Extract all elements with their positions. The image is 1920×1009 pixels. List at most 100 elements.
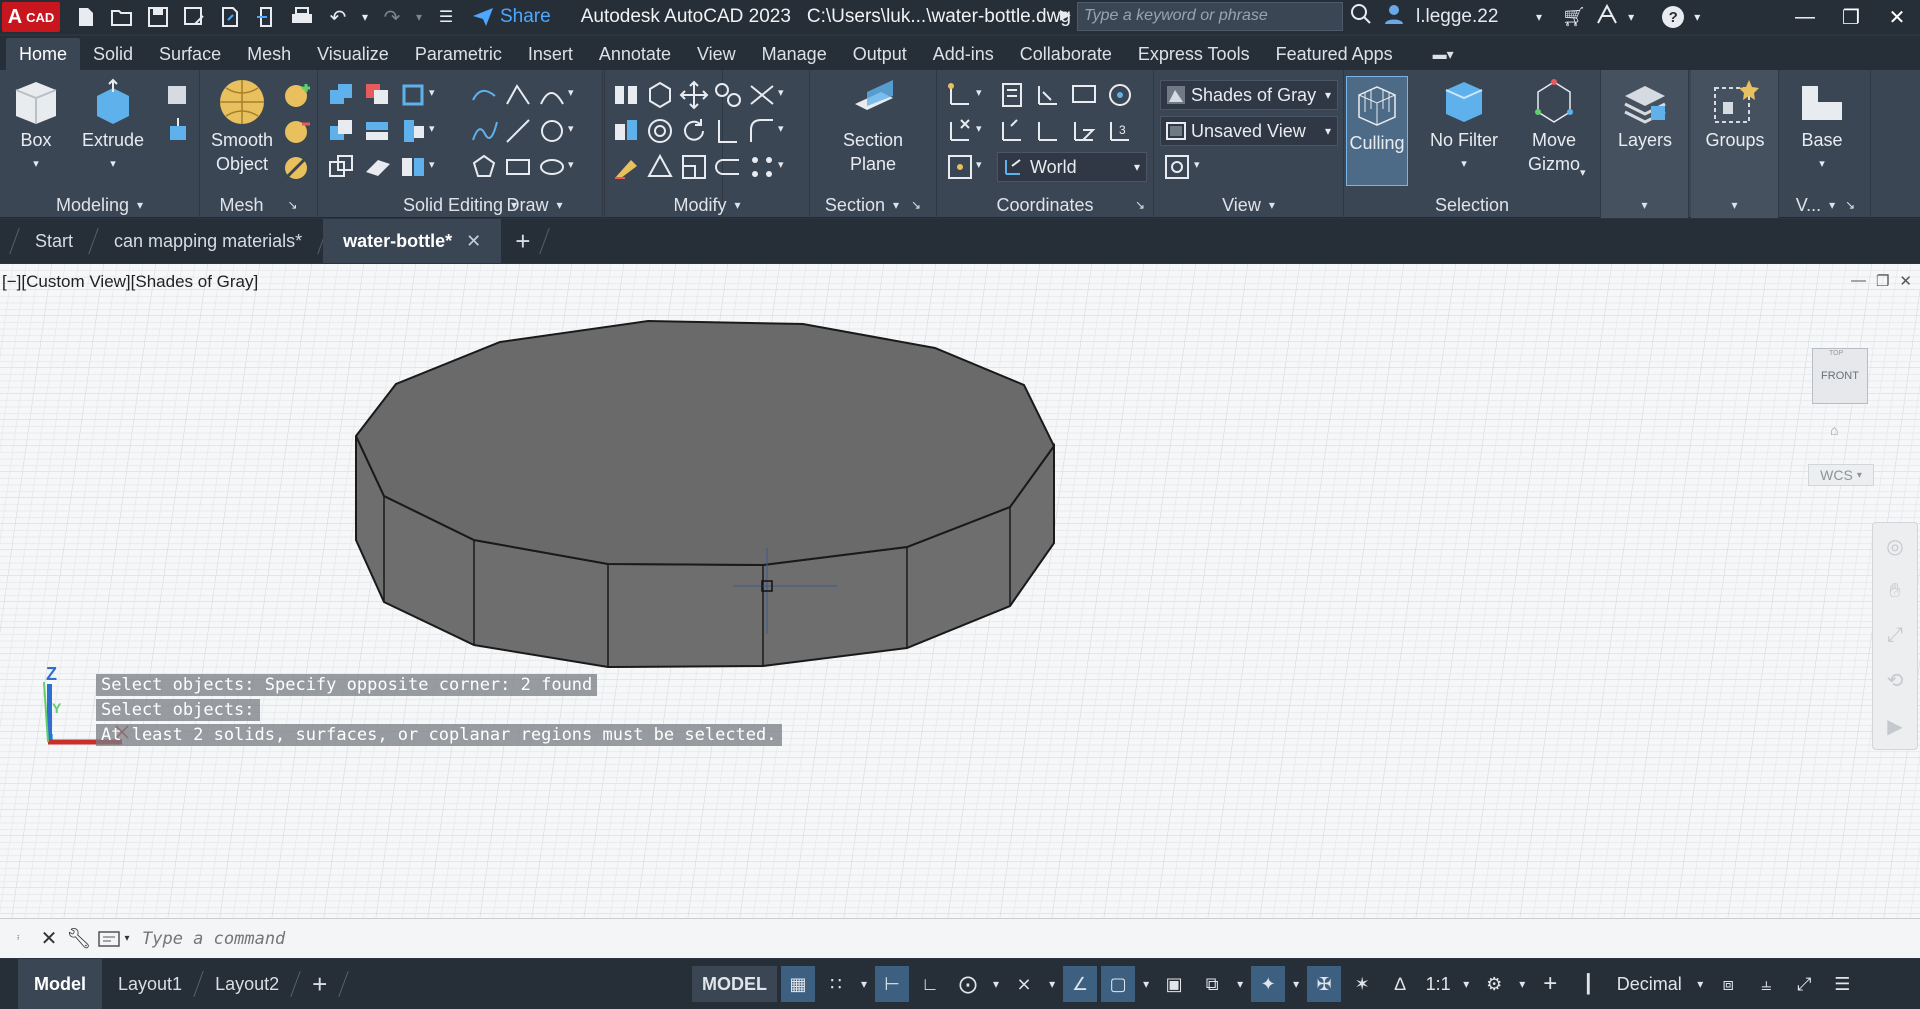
- viewcube-home-icon[interactable]: ⌂: [1830, 422, 1838, 438]
- mesh-smooth-more-icon[interactable]: [282, 80, 312, 110]
- iso-dropdown-icon[interactable]: ▾: [1045, 966, 1059, 1002]
- customize-toolbar-icon[interactable]: ☰: [430, 2, 462, 32]
- smooth-object-button[interactable]: Smooth Object: [206, 76, 278, 176]
- user-name[interactable]: l.legge.22: [1416, 6, 1526, 28]
- layout-tab-model[interactable]: Model: [18, 959, 102, 1009]
- gizmo-icon[interactable]: ✦: [1251, 966, 1286, 1002]
- ucs-object-icon[interactable]: [1069, 80, 1099, 110]
- mirror-3d-icon[interactable]: [611, 80, 641, 110]
- polyline-icon[interactable]: [503, 80, 533, 110]
- extrude-button[interactable]: Extrude ▾: [78, 76, 148, 176]
- ucs-origin-icon[interactable]: [945, 152, 975, 182]
- auto-scale-icon[interactable]: ✶: [1345, 966, 1379, 1002]
- command-input[interactable]: [142, 928, 1842, 949]
- box-button[interactable]: Box ▾: [8, 76, 64, 176]
- ribbon-tab-output[interactable]: Output: [840, 38, 920, 70]
- panel-modify-title[interactable]: Modify ▾: [605, 192, 809, 218]
- viewport-close-icon[interactable]: ✕: [1899, 272, 1912, 290]
- zoom-extents-icon[interactable]: ⤢: [1887, 624, 1903, 647]
- presspull-icon[interactable]: [162, 116, 192, 146]
- panel-mesh-title[interactable]: Mesh ↘: [200, 192, 317, 218]
- arc-icon[interactable]: [537, 80, 567, 110]
- rotate-icon[interactable]: [679, 116, 709, 146]
- clean-screen-icon[interactable]: ⤢: [1787, 966, 1821, 1002]
- object-snap-icon[interactable]: ▢: [1101, 966, 1136, 1002]
- ribbon-tab-express-tools[interactable]: Express Tools: [1125, 38, 1263, 70]
- ribbon-tab-annotate[interactable]: Annotate: [586, 38, 684, 70]
- doc-tab-water-bottle[interactable]: water-bottle* ✕: [323, 219, 502, 263]
- ortho-mode-icon[interactable]: ∟: [913, 966, 947, 1002]
- workspace-dropdown-icon[interactable]: ▾: [1515, 966, 1529, 1002]
- units-icon[interactable]: ┃: [1571, 966, 1605, 1002]
- construction-line-icon[interactable]: [503, 116, 533, 146]
- user-dropdown-icon[interactable]: ▾: [1536, 10, 1542, 24]
- open-web-icon[interactable]: [214, 2, 246, 32]
- ucs-3point-icon[interactable]: 3: [1105, 116, 1135, 146]
- polar-dropdown-icon[interactable]: ▾: [989, 966, 1003, 1002]
- array-dropdown-icon[interactable]: ▾: [778, 158, 784, 171]
- spline-icon[interactable]: [469, 116, 499, 146]
- fillet-dropdown-icon[interactable]: ▾: [778, 122, 784, 135]
- groups-button[interactable]: Groups: [1695, 76, 1775, 152]
- ribbon-tab-featured-apps[interactable]: Featured Apps: [1263, 38, 1406, 70]
- line-icon[interactable]: [469, 80, 499, 110]
- named-view-combo[interactable]: Unsaved View ▾: [1160, 116, 1338, 146]
- cylinder-solid[interactable]: [354, 319, 1056, 669]
- drawing-viewport[interactable]: Z Y [−][Custom View][Shades of Gray] — ❐…: [0, 264, 1920, 918]
- polar-tracking-icon[interactable]: ⨀: [951, 966, 985, 1002]
- move-gizmo-dropdown-icon[interactable]: ▾: [1580, 166, 1586, 179]
- move-icon[interactable]: [679, 80, 709, 110]
- panel-modeling-title[interactable]: Modeling ▾: [0, 192, 199, 218]
- panel-selection-title[interactable]: Selection: [1344, 192, 1600, 218]
- ribbon-tab-parametric[interactable]: Parametric: [402, 38, 515, 70]
- faces-dropdown-icon[interactable]: ▾: [429, 122, 435, 135]
- rectangle-icon[interactable]: [503, 152, 533, 182]
- visual-style-combo[interactable]: Shades of Gray ▾: [1160, 80, 1338, 110]
- panel-view-base-title[interactable]: V... ▾ ↘: [1781, 192, 1870, 218]
- polygon-icon[interactable]: [469, 152, 499, 182]
- minimize-icon[interactable]: —: [1782, 0, 1828, 34]
- trim-dropdown-icon[interactable]: ▾: [778, 86, 784, 99]
- app-menu-button[interactable]: A CAD: [2, 2, 60, 32]
- interfere-icon[interactable]: [362, 80, 392, 110]
- ucs-previous-icon[interactable]: [997, 116, 1027, 146]
- isometric-drafting-icon[interactable]: ⨯: [1007, 966, 1041, 1002]
- annotation-scale-value[interactable]: 1:1: [1421, 966, 1455, 1002]
- ribbon-tab-mesh[interactable]: Mesh: [234, 38, 304, 70]
- close-tab-icon[interactable]: ✕: [466, 231, 481, 252]
- extrude-faces-icon[interactable]: [398, 116, 428, 146]
- orbit-icon[interactable]: ⟲: [1887, 668, 1904, 693]
- gizmo-dropdown-icon[interactable]: ▾: [1289, 966, 1303, 1002]
- 3d-object-snap-icon[interactable]: ▣: [1157, 966, 1191, 1002]
- workspace-gear-icon[interactable]: ⚙: [1477, 966, 1511, 1002]
- arc-dropdown-icon[interactable]: ▾: [568, 86, 574, 99]
- extract-edges-icon[interactable]: [398, 80, 428, 110]
- ribbon-tab-insert[interactable]: Insert: [515, 38, 586, 70]
- doc-tab-start[interactable]: Start: [15, 219, 93, 263]
- share-button[interactable]: Share: [472, 6, 551, 28]
- slice-icon[interactable]: [362, 116, 392, 146]
- command-close-icon[interactable]: ✕: [34, 926, 64, 951]
- plot-icon[interactable]: [286, 2, 318, 32]
- mirror-icon[interactable]: [713, 116, 743, 146]
- graphics-performance-icon[interactable]: ⫨: [1749, 966, 1783, 1002]
- separate-icon[interactable]: [398, 152, 428, 182]
- groups-expand-icon[interactable]: ▾: [1691, 192, 1778, 218]
- intersect-icon[interactable]: [326, 152, 356, 182]
- ellipse-dropdown-icon[interactable]: ▾: [568, 158, 574, 171]
- grid-display-icon[interactable]: ▦: [781, 966, 815, 1002]
- grip-icon[interactable]: ⠇: [4, 935, 34, 942]
- showmotion-icon[interactable]: ▶: [1887, 714, 1902, 739]
- restore-icon[interactable]: ❐: [1828, 0, 1874, 34]
- subtract-icon[interactable]: [326, 116, 356, 146]
- copy-icon[interactable]: [713, 80, 743, 110]
- viewport-controls-label[interactable]: [−][Custom View][Shades of Gray]: [2, 272, 258, 292]
- ribbon-tab-visualize[interactable]: Visualize: [304, 38, 402, 70]
- mesh-refine-icon[interactable]: [282, 152, 312, 182]
- save-as-icon[interactable]: [178, 2, 210, 32]
- 3d-move-icon[interactable]: [645, 80, 675, 110]
- polysolid-icon[interactable]: [162, 80, 192, 110]
- import-icon[interactable]: [250, 2, 282, 32]
- ucs-face-icon[interactable]: [1105, 80, 1135, 110]
- base-button[interactable]: Base ▾: [1787, 76, 1857, 176]
